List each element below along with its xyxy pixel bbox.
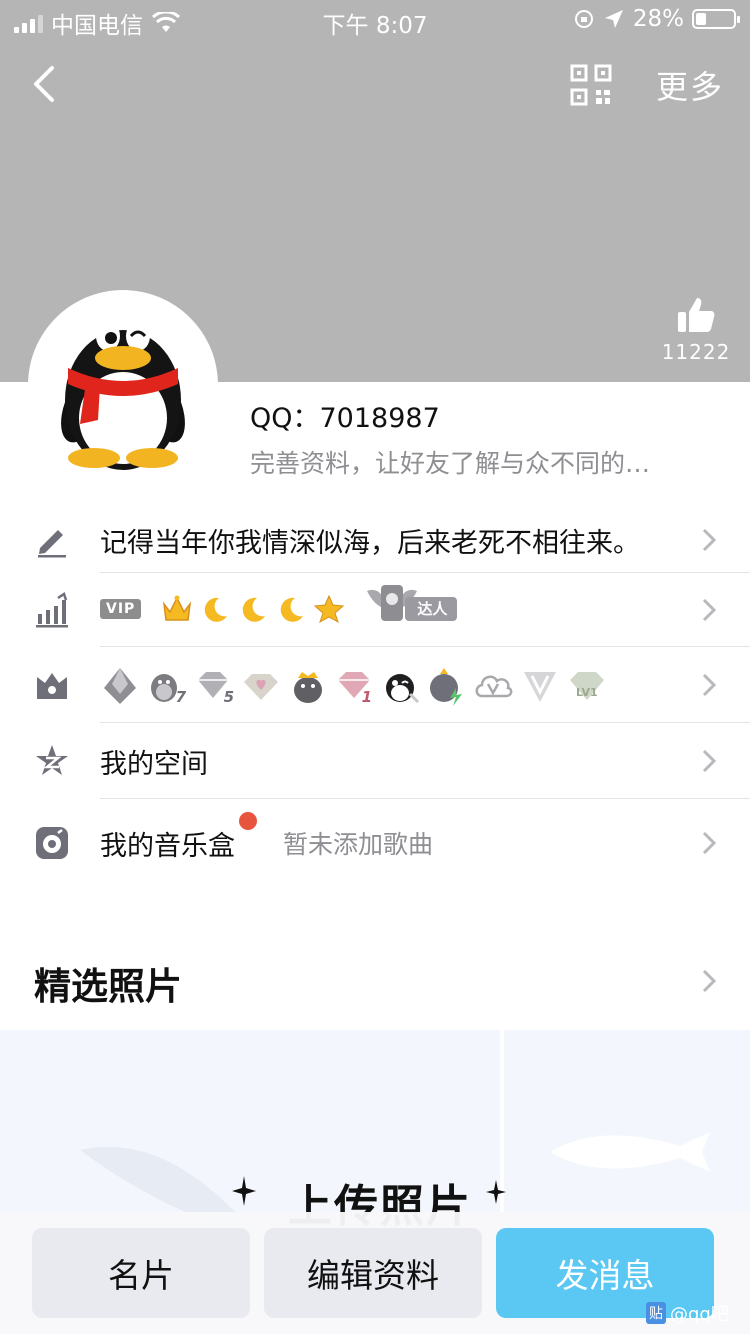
divider <box>100 722 750 723</box>
star-icon <box>314 594 345 624</box>
wink-penguin-icon <box>386 674 420 704</box>
battery-percent: 28% <box>632 6 684 32</box>
badge-count: 1 <box>361 688 372 706</box>
chevron-right-icon <box>702 528 717 552</box>
vip-badge-strip: VIP 达人 <box>100 585 459 625</box>
status-right: 28% <box>573 6 740 32</box>
badge-count: 7 <box>175 688 186 706</box>
profile-completion-prompt[interactable]: 完善资料，让好友了解与众不同的… <box>250 444 720 480</box>
watermark-logo: 贴 <box>646 1302 666 1324</box>
edit-profile-button[interactable]: 编辑资料 <box>264 1228 482 1318</box>
qzone-row[interactable]: 我的空间 <box>0 724 750 798</box>
divider <box>100 798 750 799</box>
badge-level: LV1 <box>576 686 598 699</box>
signature-row[interactable]: 记得当年你我情深似海，后来老死不相往来。 <box>0 503 750 577</box>
master-tag-label: 达人 <box>417 600 448 618</box>
chevron-right-icon <box>702 598 717 622</box>
thumbs-up-icon <box>678 298 715 332</box>
diamond-mountain-badge-icon <box>104 668 136 704</box>
sparkle-icon <box>232 1176 256 1206</box>
diamond-badge-5: 5 <box>192 666 234 706</box>
back-chevron-icon[interactable] <box>26 62 66 106</box>
battery-icon <box>692 9 740 29</box>
more-button[interactable]: 更多 <box>656 62 724 108</box>
music-box-label: 我的音乐盒 <box>100 830 235 862</box>
music-box-icon <box>36 827 68 859</box>
master-badge: 达人 <box>365 583 459 625</box>
v-shield-icon <box>524 672 556 702</box>
badge-count: 5 <box>223 688 234 706</box>
crown-icon <box>163 595 192 621</box>
notification-dot <box>239 812 257 830</box>
lv1-badge: LV1 <box>566 666 608 706</box>
lightning-penguin-icon <box>430 668 462 706</box>
status-bar: 中国电信 下午 8:07 28% <box>0 0 750 40</box>
chevron-right-icon[interactable] <box>700 968 718 994</box>
chevron-right-icon <box>702 749 717 773</box>
ruby-badge-1: 1 <box>334 666 374 706</box>
pencil-icon <box>38 530 66 558</box>
moon-icon <box>281 597 304 622</box>
qr-code-icon[interactable] <box>570 64 612 106</box>
like-count: 11222 <box>661 340 731 364</box>
watermark-text: @qq吧 <box>670 1304 729 1325</box>
orientation-lock-icon <box>574 10 593 28</box>
sparkle-icon <box>486 1180 506 1204</box>
cloud-v-icon <box>475 675 513 698</box>
featured-photos-title: 精选照片 <box>34 965 182 1008</box>
divider <box>100 646 750 647</box>
badge-strip: 7 5 1 LV1 <box>100 666 608 706</box>
heart-diamond-icon <box>244 674 278 700</box>
qzone-star-icon <box>36 745 68 775</box>
moon-icon <box>243 597 266 622</box>
location-icon <box>604 10 623 28</box>
chevron-right-icon <box>702 831 717 855</box>
crown-penguin-icon <box>294 672 322 703</box>
level-chart-icon <box>36 592 68 628</box>
badges-row[interactable]: 7 5 1 LV1 <box>0 648 750 722</box>
music-box-row[interactable]: 我的音乐盒 暂未添加歌曲 <box>0 806 750 880</box>
penguin-badge-7: 7 <box>146 666 186 706</box>
watermark: 贴 @qq吧 <box>646 1300 729 1326</box>
signature-text: 记得当年你我情深似海，后来老死不相往来。 <box>100 527 640 559</box>
medal-box-icon <box>37 673 67 699</box>
qzone-label: 我的空间 <box>100 748 208 780</box>
chevron-right-icon <box>702 673 717 697</box>
moon-icon <box>205 597 228 622</box>
music-empty-note: 暂未添加歌曲 <box>283 830 434 859</box>
avatar[interactable] <box>28 290 218 480</box>
penguin-avatar-icon <box>61 321 185 470</box>
fish-decoration-icon <box>550 1132 710 1172</box>
vip-level-row[interactable]: VIP 达人 <box>0 573 750 647</box>
vip-tag: VIP <box>100 599 142 619</box>
qq-number: QQ：7018987 <box>250 403 440 434</box>
business-card-button[interactable]: 名片 <box>32 1228 250 1318</box>
like-button[interactable]: 11222 <box>660 296 732 364</box>
